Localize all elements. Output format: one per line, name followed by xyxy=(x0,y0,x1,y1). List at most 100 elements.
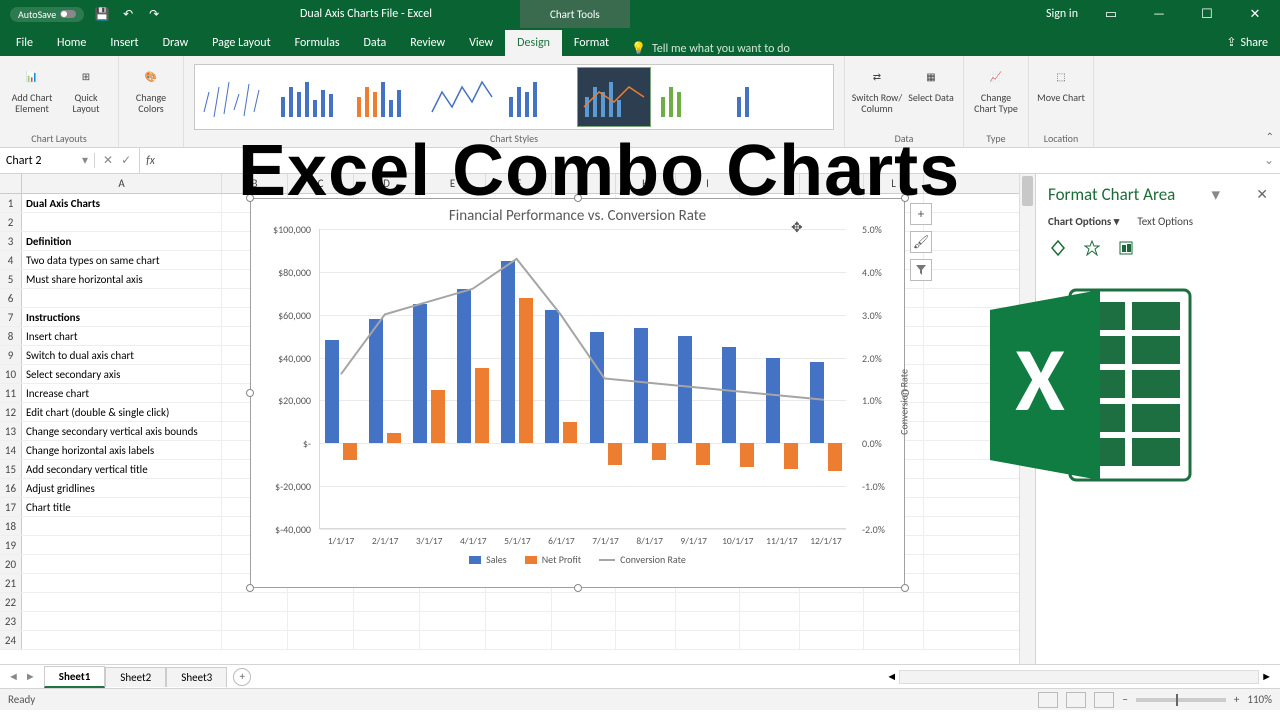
style-thumb[interactable] xyxy=(653,67,727,127)
cell[interactable] xyxy=(22,555,222,573)
tell-me-search[interactable]: 💡 Tell me what you want to do xyxy=(631,41,790,56)
tab-insert[interactable]: Insert xyxy=(98,30,150,56)
cell[interactable] xyxy=(552,612,616,630)
chart-styles-button[interactable]: 🖌 xyxy=(910,231,932,253)
row-header[interactable]: 23 xyxy=(0,612,22,630)
tab-format[interactable]: Format xyxy=(562,30,621,56)
cell[interactable] xyxy=(740,593,800,611)
cell[interactable]: Dual Axis Charts xyxy=(22,194,222,212)
cell[interactable] xyxy=(676,593,740,611)
cell[interactable] xyxy=(616,631,676,649)
row-header[interactable]: 9 xyxy=(0,346,22,364)
cell[interactable] xyxy=(420,593,486,611)
pane-options-icon[interactable]: ▾ xyxy=(1212,184,1221,205)
cell[interactable] xyxy=(354,612,420,630)
resize-handle[interactable] xyxy=(574,584,582,592)
cell[interactable] xyxy=(486,612,552,630)
chart-styles-gallery[interactable] xyxy=(194,64,834,130)
sheet-tab-2[interactable]: Sheet2 xyxy=(105,667,166,687)
tab-page-layout[interactable]: Page Layout xyxy=(200,30,282,56)
style-thumb[interactable] xyxy=(273,67,347,127)
tab-draw[interactable]: Draw xyxy=(151,30,201,56)
cell[interactable]: Must share horizontal axis xyxy=(22,270,222,288)
row-header[interactable]: 22 xyxy=(0,593,22,611)
cell[interactable]: Chart title xyxy=(22,498,222,516)
cell[interactable]: Adjust gridlines xyxy=(22,479,222,497)
sheet-tab-3[interactable]: Sheet3 xyxy=(166,667,227,687)
row-header[interactable]: 21 xyxy=(0,574,22,592)
cell[interactable] xyxy=(864,593,924,611)
row-header[interactable]: 16 xyxy=(0,479,22,497)
cell[interactable]: Change secondary vertical axis bounds xyxy=(22,422,222,440)
zoom-level[interactable]: 110% xyxy=(1247,693,1272,706)
cell[interactable] xyxy=(22,612,222,630)
zoom-in-button[interactable]: + xyxy=(1234,693,1239,706)
row-header[interactable]: 11 xyxy=(0,384,22,402)
cell[interactable]: Switch to dual axis chart xyxy=(22,346,222,364)
cell[interactable] xyxy=(22,289,222,307)
cell[interactable] xyxy=(800,612,864,630)
cell[interactable] xyxy=(552,631,616,649)
cell[interactable] xyxy=(486,631,552,649)
cell[interactable] xyxy=(740,631,800,649)
cell[interactable] xyxy=(676,631,740,649)
column-header[interactable]: A xyxy=(22,174,222,193)
tab-data[interactable]: Data xyxy=(352,30,399,56)
style-thumb-selected[interactable] xyxy=(577,67,651,127)
style-thumb[interactable] xyxy=(501,67,575,127)
cell[interactable]: Change horizontal axis labels xyxy=(22,441,222,459)
cell[interactable] xyxy=(22,631,222,649)
row-header[interactable]: 18 xyxy=(0,517,22,535)
cell[interactable] xyxy=(676,612,740,630)
row-header[interactable]: 17 xyxy=(0,498,22,516)
row-header[interactable]: 8 xyxy=(0,327,22,345)
grid-row[interactable]: 22 xyxy=(0,593,1019,612)
style-thumb[interactable] xyxy=(349,67,423,127)
row-header[interactable]: 12 xyxy=(0,403,22,421)
switch-row-column-button[interactable]: ⇄ Switch Row/ Column xyxy=(851,60,903,114)
row-header[interactable]: 4 xyxy=(0,251,22,269)
move-chart-button[interactable]: ⬚ Move Chart xyxy=(1035,60,1087,103)
fill-line-icon[interactable] xyxy=(1048,238,1068,258)
row-header[interactable]: 2 xyxy=(0,213,22,231)
cell[interactable]: Edit chart (double & single click) xyxy=(22,403,222,421)
change-colors-button[interactable]: 🎨 Change Colors xyxy=(125,60,177,114)
cell[interactable] xyxy=(420,631,486,649)
secondary-axis-title[interactable]: Conversion Rate xyxy=(898,369,911,435)
resize-handle[interactable] xyxy=(246,584,254,592)
cell[interactable] xyxy=(354,593,420,611)
cell[interactable] xyxy=(616,612,676,630)
cell[interactable]: Select secondary axis xyxy=(22,365,222,383)
cell[interactable]: Increase chart xyxy=(22,384,222,402)
cell[interactable] xyxy=(552,593,616,611)
cell[interactable] xyxy=(864,612,924,630)
row-header[interactable]: 13 xyxy=(0,422,22,440)
fx-icon[interactable]: fx xyxy=(140,154,161,168)
quick-layout-button[interactable]: ⊞ Quick Layout xyxy=(60,60,112,114)
style-thumb[interactable] xyxy=(425,67,499,127)
change-chart-type-button[interactable]: 📈 Change Chart Type xyxy=(970,60,1022,114)
add-chart-element-button[interactable]: 📊 Add Chart Element xyxy=(6,60,58,114)
row-header[interactable]: 3 xyxy=(0,232,22,250)
cell[interactable] xyxy=(864,631,924,649)
view-normal-button[interactable] xyxy=(1038,692,1058,708)
tab-review[interactable]: Review xyxy=(398,30,457,56)
grid-row[interactable]: 24 xyxy=(0,631,1019,650)
row-header[interactable]: 15 xyxy=(0,460,22,478)
tab-file[interactable]: File xyxy=(4,30,45,56)
cell[interactable] xyxy=(800,593,864,611)
cell[interactable] xyxy=(22,517,222,535)
cell[interactable] xyxy=(486,593,552,611)
row-header[interactable]: 14 xyxy=(0,441,22,459)
row-header[interactable]: 10 xyxy=(0,365,22,383)
row-header[interactable]: 6 xyxy=(0,289,22,307)
cell[interactable]: Insert chart xyxy=(22,327,222,345)
sign-in-link[interactable]: Sign in xyxy=(1046,7,1078,21)
style-thumb[interactable] xyxy=(197,67,271,127)
embedded-chart[interactable]: + 🖌 ✥ Financial Performance vs. Conversi… xyxy=(250,198,905,588)
maximize-button[interactable]: ☐ xyxy=(1192,7,1222,22)
spreadsheet-grid[interactable]: ABCDEFGHIJKL 1Dual Axis Charts23Definiti… xyxy=(0,174,1019,664)
tab-design[interactable]: Design xyxy=(505,30,562,56)
view-page-break-button[interactable] xyxy=(1094,692,1114,708)
cell[interactable] xyxy=(288,631,354,649)
